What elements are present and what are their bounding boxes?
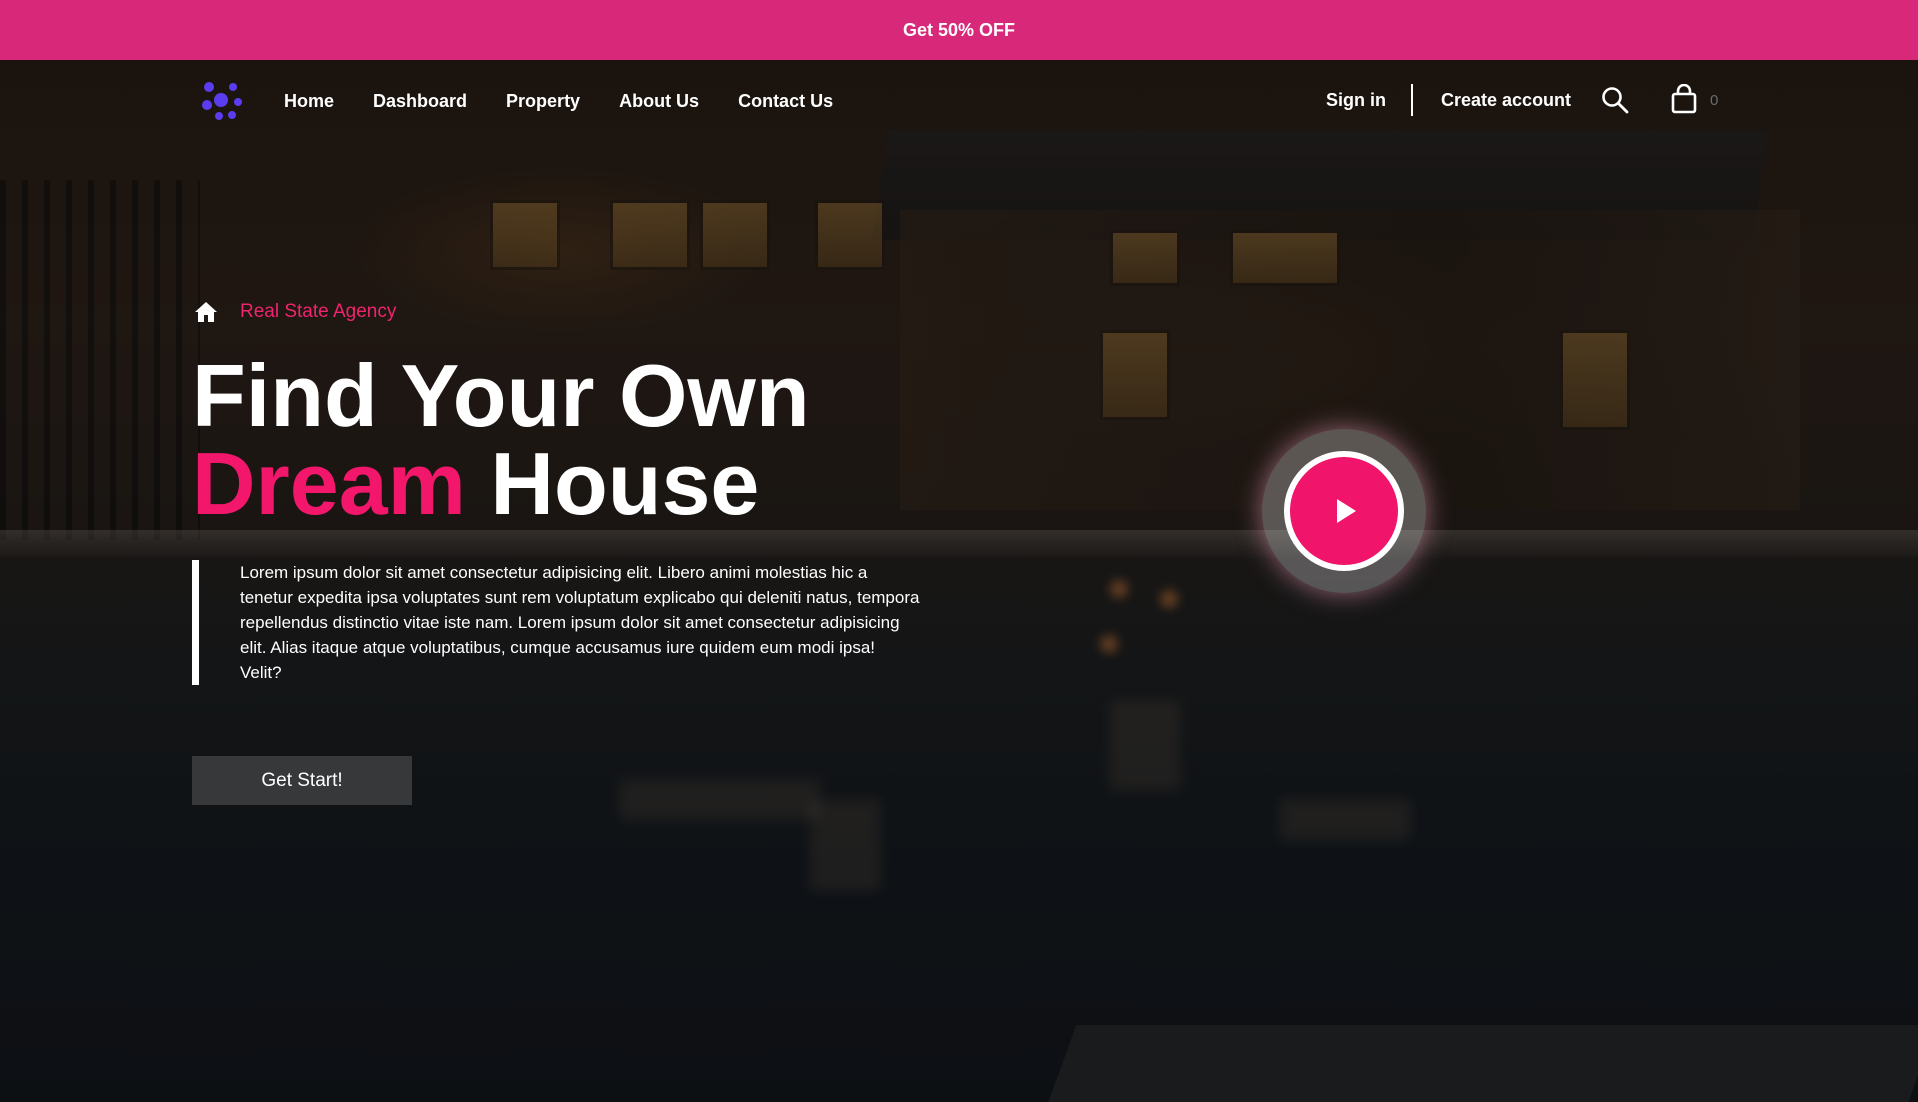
headline-line-1: Find Your Own [192, 346, 810, 445]
hero-description: Lorem ipsum dolor sit amet consectetur a… [240, 563, 920, 682]
headline-line-2: Dream House [192, 440, 810, 528]
dots-cluster-logo-icon[interactable] [198, 78, 244, 122]
hero-headline: Find Your Own Dream House [192, 352, 810, 528]
nav-link-property[interactable]: Property [506, 91, 580, 112]
hero-tagline: Real State Agency [194, 300, 396, 324]
nav-link-home[interactable]: Home [284, 91, 334, 112]
sign-in-link[interactable]: Sign in [1326, 90, 1386, 111]
get-start-button[interactable]: Get Start! [192, 756, 412, 805]
tagline-text: Real State Agency [240, 301, 397, 322]
search-icon[interactable] [1601, 86, 1629, 114]
nav-links: Home Dashboard Property About Us Contact… [284, 60, 872, 142]
headline-accent: Dream [192, 434, 466, 533]
promo-text: Get 50% OFF [902, 19, 1016, 40]
home-icon [195, 302, 217, 322]
create-account-link[interactable]: Create account [1441, 90, 1571, 111]
play-icon [1337, 499, 1356, 523]
shopping-bag-icon[interactable] [1671, 84, 1697, 114]
nav-link-dashboard[interactable]: Dashboard [373, 91, 467, 112]
play-video-button[interactable] [1262, 429, 1426, 593]
nav-link-contact-us[interactable]: Contact Us [738, 91, 833, 112]
main-nav: Home Dashboard Property About Us Contact… [0, 60, 1918, 142]
cart-count: 0 [1710, 92, 1719, 109]
nav-link-about-us[interactable]: About Us [619, 91, 699, 112]
description-accent-bar [192, 560, 199, 685]
nav-divider [1411, 84, 1413, 116]
headline-rest: House [490, 434, 760, 533]
promo-banner[interactable]: Get 50% OFF [0, 0, 1918, 60]
play-ring [1284, 451, 1404, 571]
